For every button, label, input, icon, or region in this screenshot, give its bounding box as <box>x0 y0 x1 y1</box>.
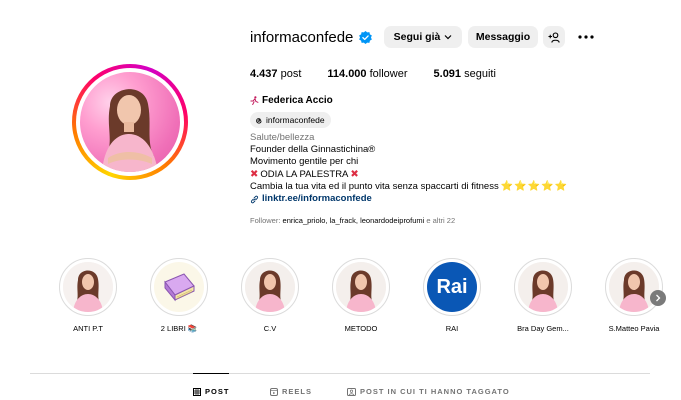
bio-line: Cambia la tua vita ed il punto vita senz… <box>250 181 568 193</box>
rai-logo-text: Rai <box>436 275 468 298</box>
following-button-label: Segui già <box>393 31 441 43</box>
bio-line-text: ODIA LA PALESTRA <box>260 168 349 180</box>
highlight-label: S.Matteo Pavia <box>608 324 660 333</box>
highlight-cover-photo <box>336 262 386 312</box>
profile-full-name: Federica Accio <box>250 95 333 106</box>
highlight-label: C.V <box>263 324 277 333</box>
highlight-cover-photo <box>245 262 295 312</box>
star-rating: ⭐⭐⭐⭐⭐ <box>500 180 568 192</box>
highlight-label: RAI <box>445 324 459 333</box>
profile-bio: Salute/bellezza Founder della Ginnastich… <box>250 132 568 205</box>
book-icon <box>154 262 204 312</box>
profile-avatar[interactable] <box>72 64 188 180</box>
story-highlight[interactable]: C.V <box>232 258 308 333</box>
threads-handle: informaconfede <box>266 115 325 125</box>
profile-photo <box>80 72 180 172</box>
following-count[interactable]: 5.091 seguiti <box>434 68 496 80</box>
following-button[interactable]: Segui già <box>384 26 462 48</box>
posts-count: 4.437 post <box>250 68 302 80</box>
bio-line-highlight: ✖ ODIA LA PALESTRA ✖ <box>250 169 568 181</box>
highlight-cover-photo <box>63 262 113 312</box>
tagged-icon <box>347 387 356 396</box>
bio-link-text: linktr.ee/informaconfede <box>262 193 372 205</box>
bio-line-text: Cambia la tua vita ed il punto vita senz… <box>250 180 499 192</box>
highlight-label: Bra Day Gem... <box>517 324 569 333</box>
bio-link[interactable]: linktr.ee/informaconfede <box>250 193 568 205</box>
chevron-right-icon <box>656 294 661 302</box>
cross-mark-icon: ✖ <box>350 168 359 180</box>
username-text: informaconfede <box>250 29 354 46</box>
highlight-cover-photo <box>518 262 568 312</box>
cross-mark-icon: ✖ <box>250 168 259 180</box>
profile-stats: 4.437 post 114.000 follower 5.091 seguit… <box>250 68 496 80</box>
reels-icon <box>270 387 278 396</box>
message-button-label: Messaggio <box>475 31 531 43</box>
profile-username: informaconfede <box>250 29 373 46</box>
runner-icon <box>250 96 259 105</box>
highlight-cover-photo <box>609 262 659 312</box>
followers-count[interactable]: 114.000 follower <box>327 68 407 80</box>
active-tab-indicator <box>193 373 229 374</box>
full-name-text: Federica Accio <box>262 95 333 106</box>
highlight-label: ANTI P.T <box>73 324 103 333</box>
more-options-icon[interactable] <box>577 31 595 43</box>
story-highlight[interactable]: Bra Day Gem... <box>505 258 581 333</box>
tab-tagged[interactable]: POST IN CUI TI HANNO TAGGATO <box>347 387 510 396</box>
chevron-down-icon <box>444 35 452 40</box>
grid-icon <box>193 387 201 396</box>
rai-logo: Rai <box>427 262 477 312</box>
followers-preview[interactable]: Follower: enrica_priolo, la_frack, leona… <box>250 216 455 225</box>
tab-posts[interactable]: POST <box>193 387 229 396</box>
highlight-label: METODO <box>344 324 378 333</box>
bio-category: Salute/bellezza <box>250 132 315 143</box>
highlight-label: 2 LIBRI 📚 <box>160 324 198 333</box>
message-button[interactable]: Messaggio <box>468 26 538 48</box>
link-icon <box>250 195 259 203</box>
threads-icon <box>256 117 262 124</box>
bio-line: Movimento gentile per chi <box>250 156 359 168</box>
add-user-button[interactable] <box>543 26 565 48</box>
story-highlight[interactable]: 2 LIBRI 📚 <box>141 258 217 333</box>
story-highlight[interactable]: Rai RAI <box>414 258 490 333</box>
add-user-icon <box>548 31 560 43</box>
verified-badge-icon <box>359 31 373 44</box>
tab-reels[interactable]: REELS <box>270 387 312 396</box>
tab-reels-label: REELS <box>282 387 313 396</box>
threads-badge[interactable]: informaconfede <box>250 112 331 128</box>
tabs-divider <box>30 373 650 374</box>
bio-line: Founder della Ginnastichina® <box>250 144 376 156</box>
story-highlight[interactable]: METODO <box>323 258 399 333</box>
highlights-next-button[interactable] <box>650 290 666 306</box>
story-highlight[interactable]: ANTI P.T <box>50 258 126 333</box>
tab-posts-label: POST <box>205 387 230 396</box>
tab-tagged-label: POST IN CUI TI HANNO TAGGATO <box>360 387 510 396</box>
follower-names: enrica_priolo, la_frack, leonardodeiprof… <box>282 216 425 225</box>
